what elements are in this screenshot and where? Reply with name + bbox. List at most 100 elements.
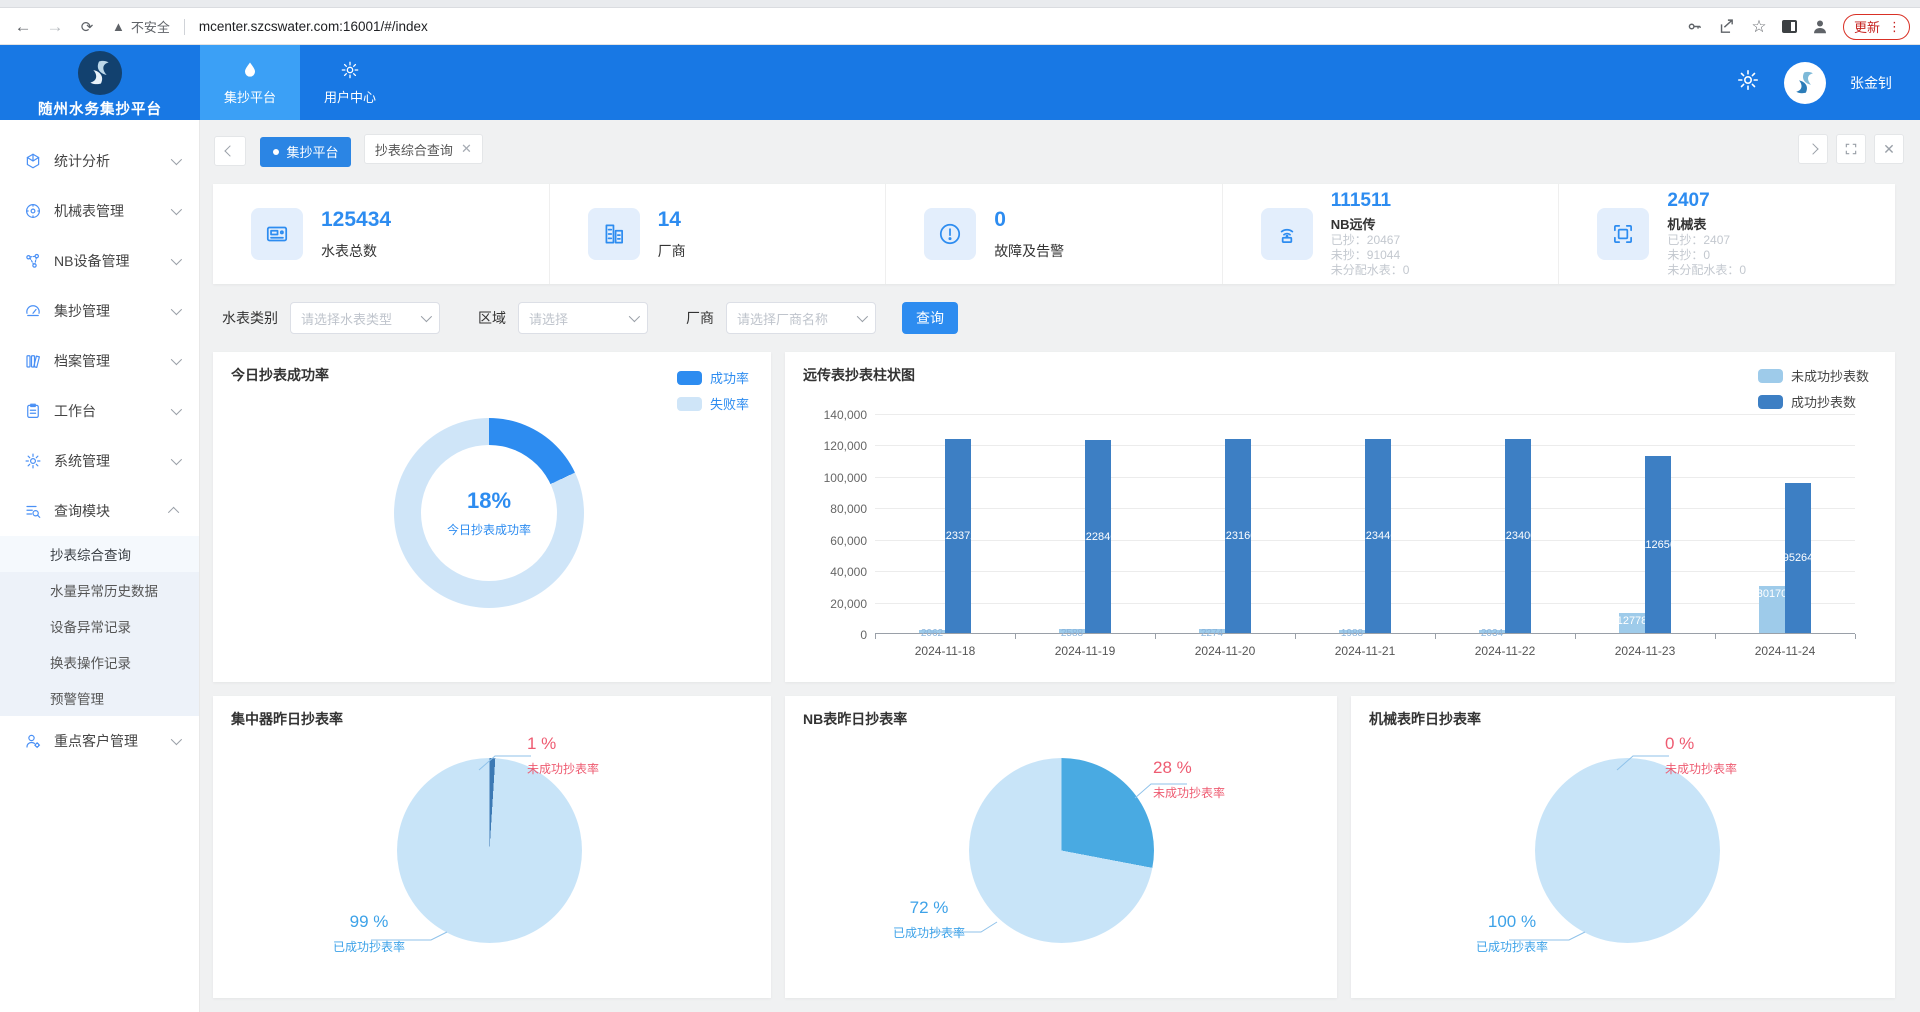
bar-successful[interactable]: 123400 [1505,439,1531,633]
chevron-down-icon [171,302,179,320]
tabs-scroll-left-button[interactable] [214,136,246,166]
sidebar-item[interactable]: 统计分析 [0,136,199,186]
browser-menu-icon[interactable]: ⋮ [1888,19,1901,35]
sidebar: 统计分析机械表管理NB设备管理集抄管理档案管理工作台系统管理查询模块抄表综合查询… [0,120,200,1012]
filter-select[interactable]: 请选择水表类型 [290,302,440,334]
bar-successful[interactable]: 122846 [1085,440,1111,633]
sidebar-submenu-item[interactable]: 设备异常记录 [0,608,199,644]
bar-group: 1988 123446 [1295,439,1435,633]
workspace-tab-bar: 集抄平台 抄表综合查询 ✕ ✕ [214,134,1904,166]
share-icon[interactable] [1718,18,1736,36]
sidebar-submenu-item[interactable]: 换表操作记录 [0,644,199,680]
stat-icon-box [251,208,303,260]
pie-pct-label: 已成功抄表率 [869,924,989,941]
browser-forward-icon[interactable]: → [40,8,70,45]
chevron-down-icon [171,252,179,270]
browser-back-icon[interactable]: ← [8,8,38,45]
settings-gear-icon[interactable] [1736,68,1760,97]
bar-value-label: 123372 [918,530,998,542]
sidebar-submenu-item[interactable]: 抄表综合查询 [0,536,199,572]
sidebar-item[interactable]: 集抄管理 [0,286,199,336]
bar-successful[interactable]: 112656 [1645,456,1671,633]
pie-label-successful: 72 % 已成功抄表率 [869,898,989,941]
sidebar-item-label: 重点客户管理 [54,731,138,751]
key-icon[interactable] [1686,18,1704,36]
bar-successful[interactable]: 123160 [1225,439,1251,633]
filter-select[interactable]: 请选择 [518,302,648,334]
filter-bar: 水表类别请选择水表类型区域请选择厂商请选择厂商名称查询 [222,302,958,334]
filter-select[interactable]: 请选择厂商名称 [726,302,876,334]
bar-successful[interactable]: 95264 [1785,483,1811,633]
bookmark-star-icon[interactable]: ☆ [1750,18,1768,36]
browser-update-button[interactable]: 更新 ⋮ [1843,14,1910,40]
url-text[interactable]: mcenter.szcswater.com:16001/#/index [199,19,428,34]
filter-label: 区域 [478,308,506,328]
chevron-up-icon [171,502,179,520]
sidebar-item[interactable]: 查询模块 [0,486,199,536]
bar-unsuccessful[interactable]: 2034 [1479,630,1505,633]
sidebar-item[interactable]: 系统管理 [0,436,199,486]
search-list-icon [24,502,42,520]
legend-item[interactable]: 失败率 [677,394,749,413]
fullscreen-button[interactable] [1836,134,1866,164]
x-axis-tick [1015,634,1016,639]
stat-card: 2407 机械表已抄：2407未抄：0未分配水表：0 [1558,184,1895,284]
stat-label: 厂商 [658,241,686,261]
bar-unsuccessful[interactable]: 12778 [1619,613,1645,633]
profile-icon[interactable] [1811,18,1829,36]
bar-unsuccessful[interactable]: 2274 [1199,629,1225,633]
main-content: 集抄平台 抄表综合查询 ✕ ✕ 125434 水表总数 14 厂商 0 故障及告… [200,120,1920,1012]
address-bar[interactable]: ▲ 不安全 mcenter.szcswater.com:16001/#/inde… [112,8,428,45]
chevron-down-icon [629,311,640,322]
pie-pct: 1 % [527,734,599,754]
bar-successful[interactable]: 123446 [1365,439,1391,633]
sidebar-submenu-item[interactable]: 水量异常历史数据 [0,572,199,608]
sidebar-item[interactable]: 档案管理 [0,336,199,386]
pie-chart-card-nb: NB表昨日抄表率 28 % 未成功抄表率72 % 已成功抄表率 [785,696,1337,998]
browser-reload-icon[interactable]: ⟳ [72,8,102,45]
workspace-tab[interactable]: 抄表综合查询 ✕ [364,134,483,164]
bar-unsuccessful[interactable]: 1988 [1339,630,1365,633]
legend-swatch [1758,395,1783,409]
close-all-button[interactable]: ✕ [1874,134,1904,164]
bar-unsuccessful[interactable]: 2062 [919,630,945,633]
pie-label-successful: 99 % 已成功抄表率 [309,912,429,955]
close-tab-icon[interactable]: ✕ [461,141,472,157]
x-axis-tick [1575,634,1576,639]
pie-chart[interactable] [969,758,1154,943]
legend-swatch [1758,369,1783,383]
sidebar-item[interactable]: NB设备管理 [0,236,199,286]
sidebar-item[interactable]: 重点客户管理 [0,716,199,766]
bar-unsuccessful[interactable]: 30170 [1759,586,1785,633]
username[interactable]: 张金钊 [1850,73,1892,93]
header-tab-platform[interactable]: 集抄平台 [200,45,300,120]
stat-icon-box [1261,208,1313,260]
header-tab-user-center[interactable]: 用户中心 [300,45,400,120]
avatar[interactable] [1784,62,1826,104]
sidebar-item[interactable]: 工作台 [0,386,199,436]
bar-value-label: 123446 [1338,530,1418,542]
chevron-down-icon [171,352,179,370]
sidebar-submenu-item[interactable]: 预警管理 [0,680,199,716]
platform-title: 随州水务集抄平台 [0,98,200,119]
search-button[interactable]: 查询 [902,302,958,334]
side-panel-icon[interactable] [1782,20,1797,33]
bar-plot-area: 020,00040,00060,00080,000100,000120,0001… [875,414,1855,634]
tabs-scroll-right-button[interactable] [1798,134,1828,164]
bar-value-label: 122846 [1058,531,1138,543]
alert-circle-icon [937,221,963,247]
bar-successful[interactable]: 123372 [945,439,971,633]
pie-pct: 72 % [869,898,989,918]
legend-label: 成功抄表数 [1791,392,1856,411]
bar-value-label: 123160 [1198,530,1278,542]
stat-card: 111511 NB远传已抄：20467未抄：91044未分配水表：0 [1222,184,1559,284]
workspace-tab-active[interactable]: 集抄平台 [260,137,351,167]
x-axis-label: 2024-11-19 [1015,644,1155,658]
legend-item[interactable]: 成功率 [677,368,749,387]
legend-item[interactable]: 未成功抄表数 [1758,366,1869,385]
legend-item[interactable]: 成功抄表数 [1758,392,1869,411]
nodes-icon [24,252,42,270]
pie-pct-label: 已成功抄表率 [309,938,429,955]
sidebar-item[interactable]: 机械表管理 [0,186,199,236]
bar-unsuccessful[interactable]: 2588 [1059,629,1085,633]
